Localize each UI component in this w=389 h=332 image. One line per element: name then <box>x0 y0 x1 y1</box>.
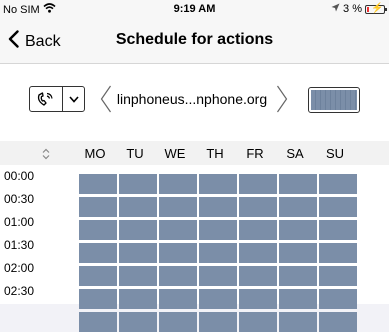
day-label-sa: SA <box>286 146 304 161</box>
status-right: 3 % ⚡ <box>331 2 387 15</box>
page-title: Schedule for actions <box>115 31 274 48</box>
schedule-cell[interactable] <box>199 289 237 309</box>
time-label: 02:30 <box>4 284 35 298</box>
schedule-cell[interactable] <box>279 220 317 240</box>
schedule-cell[interactable] <box>319 197 357 217</box>
schedule-cell[interactable] <box>279 312 317 332</box>
day-label-su: SU <box>325 146 345 161</box>
schedule-cell[interactable] <box>199 220 237 240</box>
day-label-fr: FR <box>246 146 264 161</box>
chevron-right-icon <box>276 85 288 118</box>
schedule-cell[interactable] <box>239 266 277 286</box>
schedule-cell[interactable] <box>279 243 317 263</box>
schedule-cell[interactable] <box>159 312 197 332</box>
schedule-cell[interactable] <box>159 197 197 217</box>
phone-mode-selector[interactable] <box>29 86 85 112</box>
battery-percent: 3 % <box>343 3 362 15</box>
schedule-cell[interactable] <box>279 197 317 217</box>
schedule-cell[interactable] <box>79 220 117 240</box>
next-account-button[interactable] <box>276 84 288 119</box>
schedule-cell[interactable] <box>319 243 357 263</box>
sort-updown-icon[interactable] <box>42 147 50 165</box>
schedule-cell[interactable] <box>119 220 157 240</box>
location-arrow-icon <box>331 3 340 15</box>
schedule-cell[interactable] <box>79 197 117 217</box>
time-label: 00:30 <box>4 192 35 206</box>
day-label-th: TH <box>206 146 224 161</box>
schedule-cell[interactable] <box>119 289 157 309</box>
schedule-cell[interactable] <box>319 266 357 286</box>
account-label: linphoneus...nphone.org <box>116 91 268 107</box>
schedule-cell[interactable] <box>159 243 197 263</box>
schedule-cell[interactable] <box>159 289 197 309</box>
schedule-cell[interactable] <box>159 266 197 286</box>
navigation-bar: Back Schedule for actions <box>0 18 389 64</box>
day-label-mo: MO <box>84 146 106 161</box>
schedule-cell[interactable] <box>239 174 277 194</box>
schedule-cell[interactable] <box>159 220 197 240</box>
charging-bolt-icon: ⚡ <box>371 2 384 14</box>
schedule-cell[interactable] <box>239 220 277 240</box>
schedule-cell[interactable] <box>279 266 317 286</box>
chevron-down-icon <box>63 87 84 111</box>
schedule-cell[interactable] <box>239 312 277 332</box>
schedule-cell[interactable] <box>319 289 357 309</box>
schedule-cell[interactable] <box>319 312 357 332</box>
schedule-cell[interactable] <box>279 174 317 194</box>
schedule-cell[interactable] <box>319 174 357 194</box>
schedule-cell[interactable] <box>279 289 317 309</box>
schedule-cell[interactable] <box>199 312 237 332</box>
time-label: 02:00 <box>4 261 35 275</box>
schedule-cell[interactable] <box>79 266 117 286</box>
schedule-cell[interactable] <box>199 266 237 286</box>
schedule-cell[interactable] <box>159 174 197 194</box>
schedule-cell[interactable] <box>79 289 117 309</box>
battery-icon <box>311 90 357 110</box>
day-label-tu: TU <box>126 146 144 161</box>
schedule-cell[interactable] <box>199 174 237 194</box>
schedule-content: linphoneus...nphone.org MO TU WE TH FR S… <box>0 64 389 332</box>
schedule-cell[interactable] <box>319 220 357 240</box>
schedule-cell[interactable] <box>119 243 157 263</box>
schedule-cell[interactable] <box>119 174 157 194</box>
schedule-cell[interactable] <box>239 243 277 263</box>
schedule-cell[interactable] <box>199 197 237 217</box>
schedule-cell[interactable] <box>79 174 117 194</box>
schedule-cell[interactable] <box>79 312 117 332</box>
day-header-row: MO TU WE TH FR SA SU <box>0 141 389 165</box>
schedule-cell[interactable] <box>79 243 117 263</box>
schedule-cell[interactable] <box>119 197 157 217</box>
time-label: 00:00 <box>4 169 35 183</box>
phone-ringing-icon <box>30 87 63 111</box>
schedule-cell[interactable] <box>119 312 157 332</box>
time-label: 01:00 <box>4 215 35 229</box>
schedule-cell[interactable] <box>119 266 157 286</box>
day-label-we: WE <box>164 146 186 161</box>
schedule-cell[interactable] <box>239 289 277 309</box>
battery-icon-button[interactable] <box>308 87 360 113</box>
status-bar: No SIM 9:19 AM 3 % ⚡ <box>0 0 389 18</box>
schedule-cell[interactable] <box>239 197 277 217</box>
schedule-cell[interactable] <box>199 243 237 263</box>
status-battery-icon: ⚡ <box>365 2 387 14</box>
time-label: 01:30 <box>4 238 35 252</box>
